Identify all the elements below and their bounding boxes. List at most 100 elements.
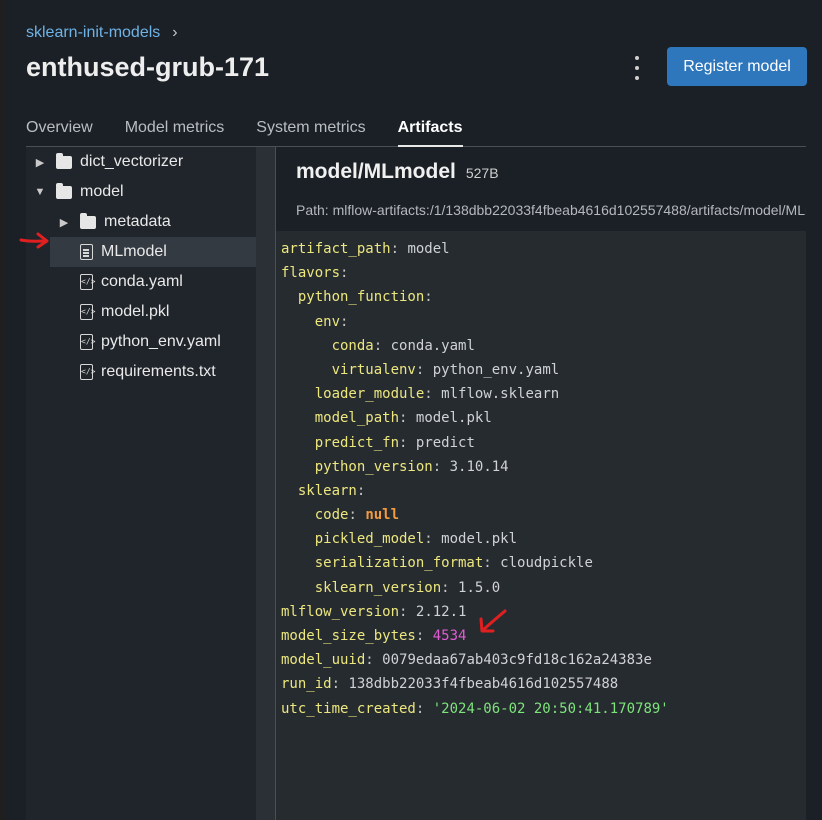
yaml-value: 0079edaa67ab403c9fd18c162a24383e [382, 652, 652, 669]
yaml-key: run_id [281, 676, 332, 693]
yaml-value: predict [415, 434, 475, 451]
file-text-icon [80, 244, 93, 260]
code-line: model_path: model.pkl [281, 406, 806, 430]
yaml-value: model.pkl [415, 410, 492, 427]
code-line: env: [281, 310, 806, 334]
kebab-menu-icon[interactable] [628, 56, 646, 80]
tree-item-mlmodel[interactable]: MLmodel [50, 237, 256, 267]
yaml-key: model_path [314, 410, 400, 427]
yaml-value: '2024-06-02 20:50:41.170789' [432, 700, 669, 717]
tree-item-dict-vectorizer[interactable]: ▶ dict_vectorizer [34, 147, 256, 177]
code-line: code: null [281, 503, 806, 527]
breadcrumb-experiment-link[interactable]: sklearn-init-models [26, 24, 160, 42]
caret-right-icon[interactable]: ▶ [58, 216, 70, 229]
breadcrumb: sklearn-init-models › [26, 24, 178, 42]
code-line: pickled_model: model.pkl [281, 527, 806, 551]
caret-down-icon[interactable]: ▼ [34, 186, 46, 198]
yaml-value: 3.10.14 [449, 458, 509, 475]
tree-item-metadata[interactable]: ▶ metadata [58, 207, 256, 237]
tab-system-metrics[interactable]: System metrics [256, 115, 365, 147]
code-line: python_version: 3.10.14 [281, 455, 806, 479]
yaml-colon: : [373, 337, 383, 354]
yaml-value: cloudpickle [500, 555, 593, 572]
register-model-button[interactable]: Register model [667, 47, 807, 86]
yaml-colon: : [424, 289, 433, 306]
yaml-key: python_version [314, 458, 433, 475]
artifact-name: model/MLmodel [296, 160, 456, 183]
yaml-key: flavors [281, 265, 341, 282]
yaml-colon: : [340, 265, 349, 282]
yaml-key: python_function [297, 289, 425, 306]
tree-item-label: requirements.txt [101, 363, 216, 380]
code-line: mlflow_version: 2.12.1 [281, 600, 806, 624]
tree-item-label: dict_vectorizer [80, 153, 184, 170]
code-line: model_uuid: 0079edaa67ab403c9fd18c162a24… [281, 648, 806, 672]
yaml-key: mlflow_version [281, 603, 400, 620]
yaml-key: artifact_path [281, 241, 391, 257]
yaml-key: sklearn_version [314, 579, 442, 596]
red-arrow-annotation-icon [19, 232, 49, 249]
yaml-colon: : [356, 482, 366, 499]
code-file-icon: </> [80, 304, 95, 320]
yaml-value: python_env.yaml [432, 361, 560, 378]
yaml-value: conda.yaml [390, 337, 475, 354]
yaml-colon: : [441, 579, 450, 596]
pane-splitter[interactable] [256, 147, 276, 820]
tree-item-label: model [80, 183, 124, 200]
tab-overview[interactable]: Overview [26, 115, 93, 147]
code-file-icon: </> [80, 364, 95, 380]
yaml-value: null [365, 507, 400, 524]
yaml-key: pickled_model [314, 531, 425, 548]
tree-item-label: conda.yaml [101, 273, 183, 290]
code-line: sklearn: [281, 479, 806, 503]
code-line: virtualenv: python_env.yaml [281, 358, 806, 382]
tree-item-python-env-yaml[interactable]: </> python_env.yaml [80, 327, 256, 357]
tree-item-requirements-txt[interactable]: </> requirements.txt [80, 357, 256, 387]
yaml-key: sklearn [297, 482, 357, 499]
folder-icon [80, 212, 96, 229]
yaml-colon: : [390, 241, 400, 257]
code-line: loader_module: mlflow.sklearn [281, 382, 806, 406]
yaml-value: mlflow.sklearn [441, 386, 560, 403]
yaml-value: 2.12.1 [415, 603, 467, 620]
code-line: python_function: [281, 285, 806, 309]
artifact-header: model/MLmodel 527B [296, 160, 499, 184]
artifact-content-viewer: artifact_path: model flavors: python_func… [276, 231, 806, 820]
yaml-colon: : [331, 676, 341, 693]
tree-item-model[interactable]: ▼ model [34, 177, 256, 207]
tree-item-model-pkl[interactable]: </> model.pkl [80, 297, 256, 327]
yaml-colon: : [340, 313, 349, 330]
chevron-right-icon: › [172, 24, 178, 41]
tab-artifacts[interactable]: Artifacts [397, 115, 463, 147]
page-title: enthused-grub-171 [26, 52, 270, 82]
yaml-colon: : [424, 386, 433, 403]
tree-item-label: python_env.yaml [101, 333, 221, 350]
red-arrow-annotation-icon [479, 609, 507, 633]
yaml-key: serialization_format [314, 555, 484, 572]
yaml-key: virtualenv [331, 361, 416, 378]
tab-model-metrics[interactable]: Model metrics [125, 115, 225, 147]
yaml-colon: : [424, 531, 433, 548]
yaml-colon: : [365, 652, 374, 669]
tree-item-conda-yaml[interactable]: </> conda.yaml [80, 267, 256, 297]
artifact-path: Path: mlflow-artifacts:/1/138dbb22033f4f… [296, 202, 806, 218]
yaml-key: env [314, 313, 341, 330]
yaml-key: predict_fn [314, 434, 400, 451]
code-line: sklearn_version: 1.5.0 [281, 576, 806, 600]
caret-right-icon[interactable]: ▶ [34, 156, 46, 169]
yaml-colon: : [483, 555, 492, 572]
code-line: run_id: 138dbb22033f4fbeab4616d102557488 [281, 672, 806, 696]
yaml-colon: : [432, 458, 442, 475]
code-line: conda: conda.yaml [281, 334, 806, 358]
